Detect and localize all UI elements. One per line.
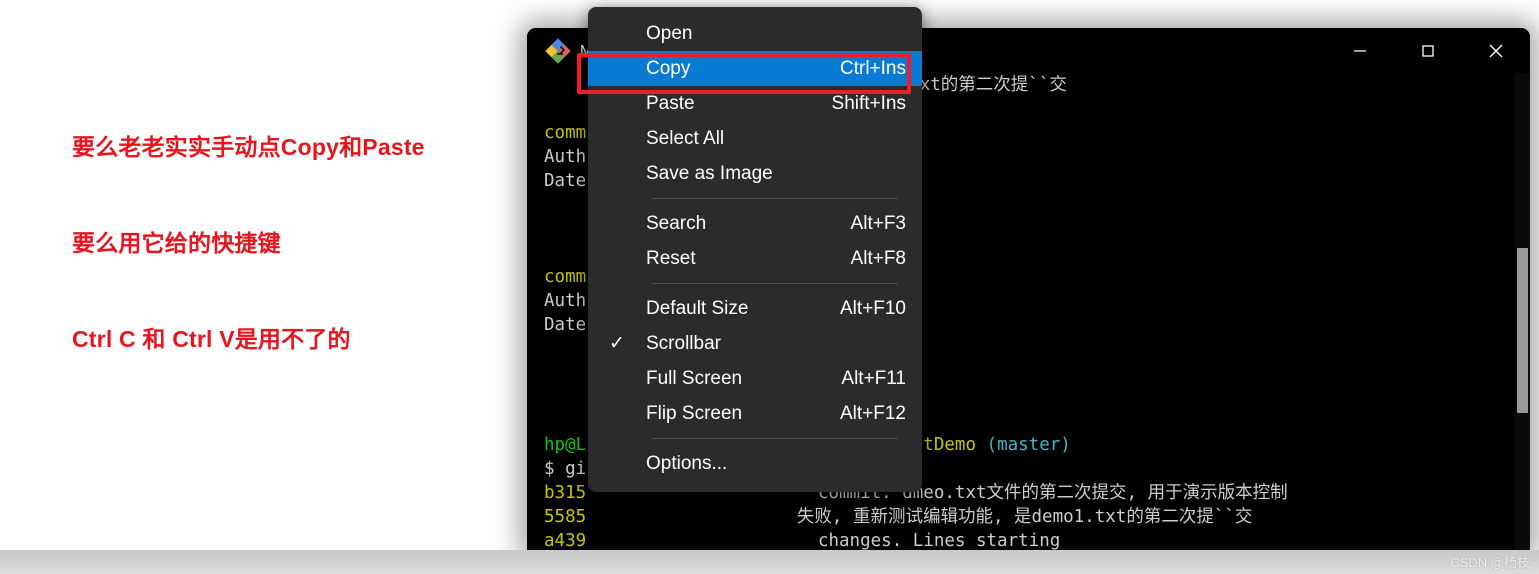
menu-item-scrollbar[interactable]: ✓ Scrollbar — [588, 326, 922, 361]
menu-separator — [652, 198, 898, 199]
terminal-text-span: changes. Lines starting — [586, 531, 1061, 551]
menu-item-label: Copy — [646, 57, 691, 79]
menu-item-options[interactable]: Options... — [588, 446, 922, 481]
annotation-line-3: Ctrl C 和 Ctrl V是用不了的 — [72, 326, 351, 352]
menu-item-label: Select All — [646, 127, 725, 149]
menu-item-save-as-image[interactable]: Save as Image — [588, 156, 922, 191]
terminal-text-span: a439 — [544, 531, 587, 551]
terminal-text-span: Date — [544, 171, 587, 191]
menu-item-flip-screen[interactable]: Flip Screen Alt+F12 — [588, 396, 922, 431]
menu-item-shortcut: Alt+F12 — [839, 402, 906, 424]
terminal-text-span: Auth — [544, 291, 587, 311]
menu-item-shortcut: Shift+Ins — [831, 92, 906, 114]
terminal-line: a439 changes. Lines starting — [544, 529, 1530, 551]
menu-item-search[interactable]: Search Alt+F3 — [588, 206, 922, 241]
menu-item-label: Flip Screen — [646, 402, 743, 424]
menu-item-label: Reset — [646, 247, 696, 269]
terminal-text-span: 5585 — [544, 507, 587, 527]
terminal-text-span: hp@L — [544, 435, 587, 455]
menu-item-shortcut: Ctrl+Ins — [840, 57, 906, 79]
menu-item-label: Full Screen — [646, 367, 743, 389]
annotation-line-2: 要么用它给的快捷键 — [72, 230, 281, 256]
terminal-text-span: b315 — [544, 483, 587, 503]
menu-item-label: Default Size — [646, 297, 749, 319]
annotation-text-block: 要么老老实实手动点Copy和Paste 要么用它给的快捷键 Ctrl C 和 C… — [72, 67, 532, 387]
menu-item-shortcut: Alt+F11 — [841, 367, 906, 389]
menu-item-label: Paste — [646, 92, 695, 114]
menu-item-select-all[interactable]: Select All — [588, 121, 922, 156]
menu-item-label: Options... — [646, 452, 728, 474]
terminal-text-span: 失败, 重新测试编辑功能, 是demo1.txt的第二次提``交 — [586, 507, 1253, 527]
git-bash-icon — [545, 37, 571, 64]
terminal-context-menu[interactable]: Open Copy Ctrl+Ins Paste Shift+Ins Select All… — [588, 7, 922, 492]
menu-item-label: Scrollbar — [646, 332, 721, 354]
menu-item-shortcut: Alt+F3 — [850, 212, 906, 234]
minimize-button[interactable] — [1326, 28, 1394, 73]
csdn-watermark: CSDN @杨枝 — [1450, 555, 1530, 570]
menu-item-copy[interactable]: Copy Ctrl+Ins — [588, 51, 922, 86]
menu-item-label: Save as Image — [646, 162, 773, 184]
checkmark-icon: ✓ — [609, 333, 625, 354]
terminal-text-span: $ gi — [544, 459, 587, 479]
menu-separator — [652, 283, 898, 284]
menu-separator — [652, 438, 898, 439]
terminal-scrollbar[interactable] — [1515, 73, 1530, 551]
menu-item-reset[interactable]: Reset Alt+F8 — [588, 241, 922, 276]
terminal-scrollbar-thumb[interactable] — [1517, 248, 1528, 413]
menu-item-label: Open — [646, 22, 693, 44]
menu-item-default-size[interactable]: Default Size Alt+F10 — [588, 291, 922, 326]
close-button[interactable] — [1462, 28, 1530, 73]
page-bottom-strip — [0, 550, 1539, 574]
menu-item-label: Search — [646, 212, 707, 234]
menu-item-full-screen[interactable]: Full Screen Alt+F11 — [588, 361, 922, 396]
terminal-text-span: Date — [544, 315, 587, 335]
menu-item-shortcut: Alt+F8 — [850, 247, 906, 269]
menu-item-paste[interactable]: Paste Shift+Ins — [588, 86, 922, 121]
menu-item-shortcut: Alt+F10 — [839, 297, 906, 319]
terminal-text-span: Auth — [544, 147, 587, 167]
terminal-line: 5585 失败, 重新测试编辑功能, 是demo1.txt的第二次提``交 — [544, 505, 1530, 529]
menu-item-open[interactable]: Open — [588, 16, 922, 51]
annotation-line-1: 要么老老实实手动点Copy和Paste — [72, 134, 425, 160]
terminal-text-span: (master) — [986, 435, 1071, 455]
maximize-button[interactable] — [1394, 28, 1462, 73]
